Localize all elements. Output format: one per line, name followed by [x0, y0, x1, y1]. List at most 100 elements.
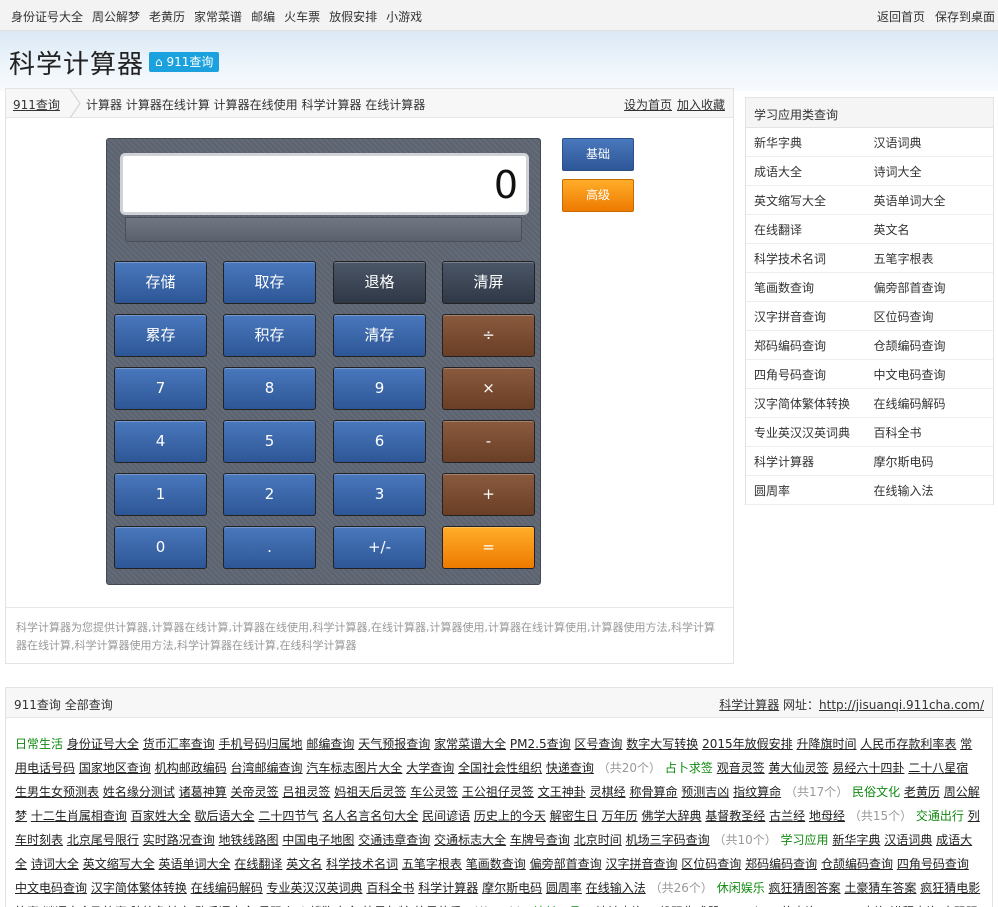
calc-key[interactable]: 清屏	[442, 261, 535, 304]
sidebar-link[interactable]: 四角号码查询	[754, 366, 874, 383]
calc-key[interactable]: 9	[333, 367, 426, 410]
query-link[interactable]: 姓名缘分测试	[103, 785, 175, 799]
top-nav-link[interactable]: 邮编	[251, 8, 275, 25]
sidebar-link[interactable]: 区位码查询	[874, 308, 994, 325]
top-right-link[interactable]: 保存到桌面	[935, 8, 995, 25]
sidebar-link[interactable]: 新华字典	[754, 134, 874, 151]
mode-advanced-button[interactable]: 高级	[562, 179, 634, 212]
site-name-link[interactable]: 科学计算器	[719, 698, 779, 712]
query-link[interactable]: 土豪猜车答案	[844, 881, 916, 895]
query-link[interactable]: 诗词大全	[31, 857, 79, 871]
sidebar-link[interactable]: 摩尔斯电码	[874, 453, 994, 470]
sidebar-link[interactable]: 汉字简体繁体转换	[754, 395, 874, 412]
query-link[interactable]: 邮编查询	[306, 737, 354, 751]
query-link[interactable]: 摩尔斯电码	[482, 881, 542, 895]
query-link[interactable]: 圆周率	[546, 881, 582, 895]
sidebar-link[interactable]: 英文名	[874, 221, 994, 238]
query-link[interactable]: 汉字拼音查询	[605, 857, 677, 871]
sidebar-link[interactable]: 英语单词大全	[874, 192, 994, 209]
query-link[interactable]: 歇后语大全	[195, 809, 255, 823]
sidebar-link[interactable]: 圆周率	[754, 482, 874, 499]
query-link[interactable]: 在线编码解码	[191, 881, 263, 895]
calc-key[interactable]: 8	[223, 367, 316, 410]
query-link[interactable]: 专业英汉汉英词典	[267, 881, 363, 895]
top-nav-link[interactable]: 小游戏	[386, 8, 422, 25]
category-label[interactable]: 休闲娱乐	[717, 881, 765, 895]
query-link[interactable]: 文王神卦	[538, 785, 586, 799]
sidebar-link[interactable]: 仓颉编码查询	[874, 337, 994, 354]
query-link[interactable]: 古兰经	[769, 809, 805, 823]
query-link[interactable]: 生男生女预测表	[15, 785, 99, 799]
sidebar-link[interactable]: 百科全书	[874, 424, 994, 441]
query-link[interactable]: 身份证号大全	[67, 737, 139, 751]
set-home-link[interactable]: 设为首页	[624, 96, 672, 113]
top-nav-link[interactable]: 火车票	[284, 8, 320, 25]
query-link[interactable]: 区位码查询	[681, 857, 741, 871]
query-link[interactable]: 十二生肖属相查询	[31, 809, 127, 823]
query-link[interactable]: 车牌号查询	[510, 833, 570, 847]
query-link[interactable]: 五笔字根表	[402, 857, 462, 871]
query-link[interactable]: 全国社会性组织	[458, 761, 542, 775]
sidebar-link[interactable]: 科学技术名词	[754, 250, 874, 267]
calc-key[interactable]: 4	[114, 420, 207, 463]
calc-key[interactable]: .	[223, 526, 316, 569]
query-link[interactable]: 郑码编码查询	[745, 857, 817, 871]
query-link[interactable]: 科学技术名词	[326, 857, 398, 871]
site-badge[interactable]: ⌂ 911查询	[149, 52, 220, 72]
query-link[interactable]: 吕祖灵签	[282, 785, 330, 799]
query-link[interactable]: PM2.5查询	[510, 737, 571, 751]
mode-basic-button[interactable]: 基础	[562, 138, 634, 171]
category-label[interactable]: 民俗文化	[852, 785, 900, 799]
calc-key[interactable]: +/-	[333, 526, 426, 569]
calc-key[interactable]: ×	[442, 367, 535, 410]
query-link[interactable]: 汉字简体繁体转换	[91, 881, 187, 895]
query-link[interactable]: 四角号码查询	[897, 857, 969, 871]
category-label[interactable]: 交通出行	[916, 809, 964, 823]
calc-key[interactable]: =	[442, 526, 535, 569]
calc-key[interactable]: 存储	[114, 261, 207, 304]
query-link[interactable]: 中国电子地图	[282, 833, 354, 847]
top-nav-link[interactable]: 家常菜谱	[194, 8, 242, 25]
query-link[interactable]: 易经六十四卦	[832, 761, 904, 775]
calc-key[interactable]: 累存	[114, 314, 207, 357]
query-link[interactable]: 观音灵签	[717, 761, 765, 775]
query-link[interactable]: 汽车标志图片大全	[306, 761, 402, 775]
query-link[interactable]: 货币汇率查询	[143, 737, 215, 751]
sidebar-link[interactable]: 在线输入法	[874, 482, 994, 499]
site-url-link[interactable]: http://jisuanqi.911cha.com/	[819, 698, 984, 712]
calc-key[interactable]: 积存	[223, 314, 316, 357]
query-link[interactable]: 百科全书	[366, 881, 414, 895]
query-link[interactable]: 英语单词大全	[159, 857, 231, 871]
query-link[interactable]: 关帝灵签	[231, 785, 279, 799]
calc-key[interactable]: 0	[114, 526, 207, 569]
query-link[interactable]: 名人名言名句大全	[322, 809, 418, 823]
calc-key[interactable]: 1	[114, 473, 207, 516]
query-link[interactable]: 基督教圣经	[705, 809, 765, 823]
query-link[interactable]: 交通违章查询	[358, 833, 430, 847]
calc-key[interactable]: 取存	[223, 261, 316, 304]
calc-key[interactable]: +	[442, 473, 535, 516]
query-link[interactable]: 在线翻译	[234, 857, 282, 871]
query-link[interactable]: 中文电码查询	[15, 881, 87, 895]
query-link[interactable]: 天气预报查询	[358, 737, 430, 751]
query-link[interactable]: 汉语词典	[884, 833, 932, 847]
query-link[interactable]: 二十四节气	[258, 809, 318, 823]
query-link[interactable]: 预测吉凶	[681, 785, 729, 799]
query-link[interactable]: 老黄历	[904, 785, 940, 799]
sidebar-link[interactable]: 中文电码查询	[874, 366, 994, 383]
query-link[interactable]: 英文缩写大全	[83, 857, 155, 871]
query-link[interactable]: 仓颉编码查询	[821, 857, 893, 871]
query-link[interactable]: 民间谚语	[422, 809, 470, 823]
query-link[interactable]: 英文名	[286, 857, 322, 871]
calc-key[interactable]: 7	[114, 367, 207, 410]
breadcrumb-home-link[interactable]: 911查询	[13, 96, 60, 113]
query-link[interactable]: 家常菜谱大全	[434, 737, 506, 751]
sidebar-link[interactable]: 五笔字根表	[874, 250, 994, 267]
sidebar-link[interactable]: 科学计算器	[754, 453, 874, 470]
sidebar-link[interactable]: 诗词大全	[874, 163, 994, 180]
query-link[interactable]: 区号查询	[574, 737, 622, 751]
query-link[interactable]: 王公祖仔灵签	[462, 785, 534, 799]
sidebar-link[interactable]: 专业英汉汉英词典	[754, 424, 874, 441]
query-link[interactable]: 交通标志大全	[434, 833, 506, 847]
query-link[interactable]: 国家地区查询	[79, 761, 151, 775]
